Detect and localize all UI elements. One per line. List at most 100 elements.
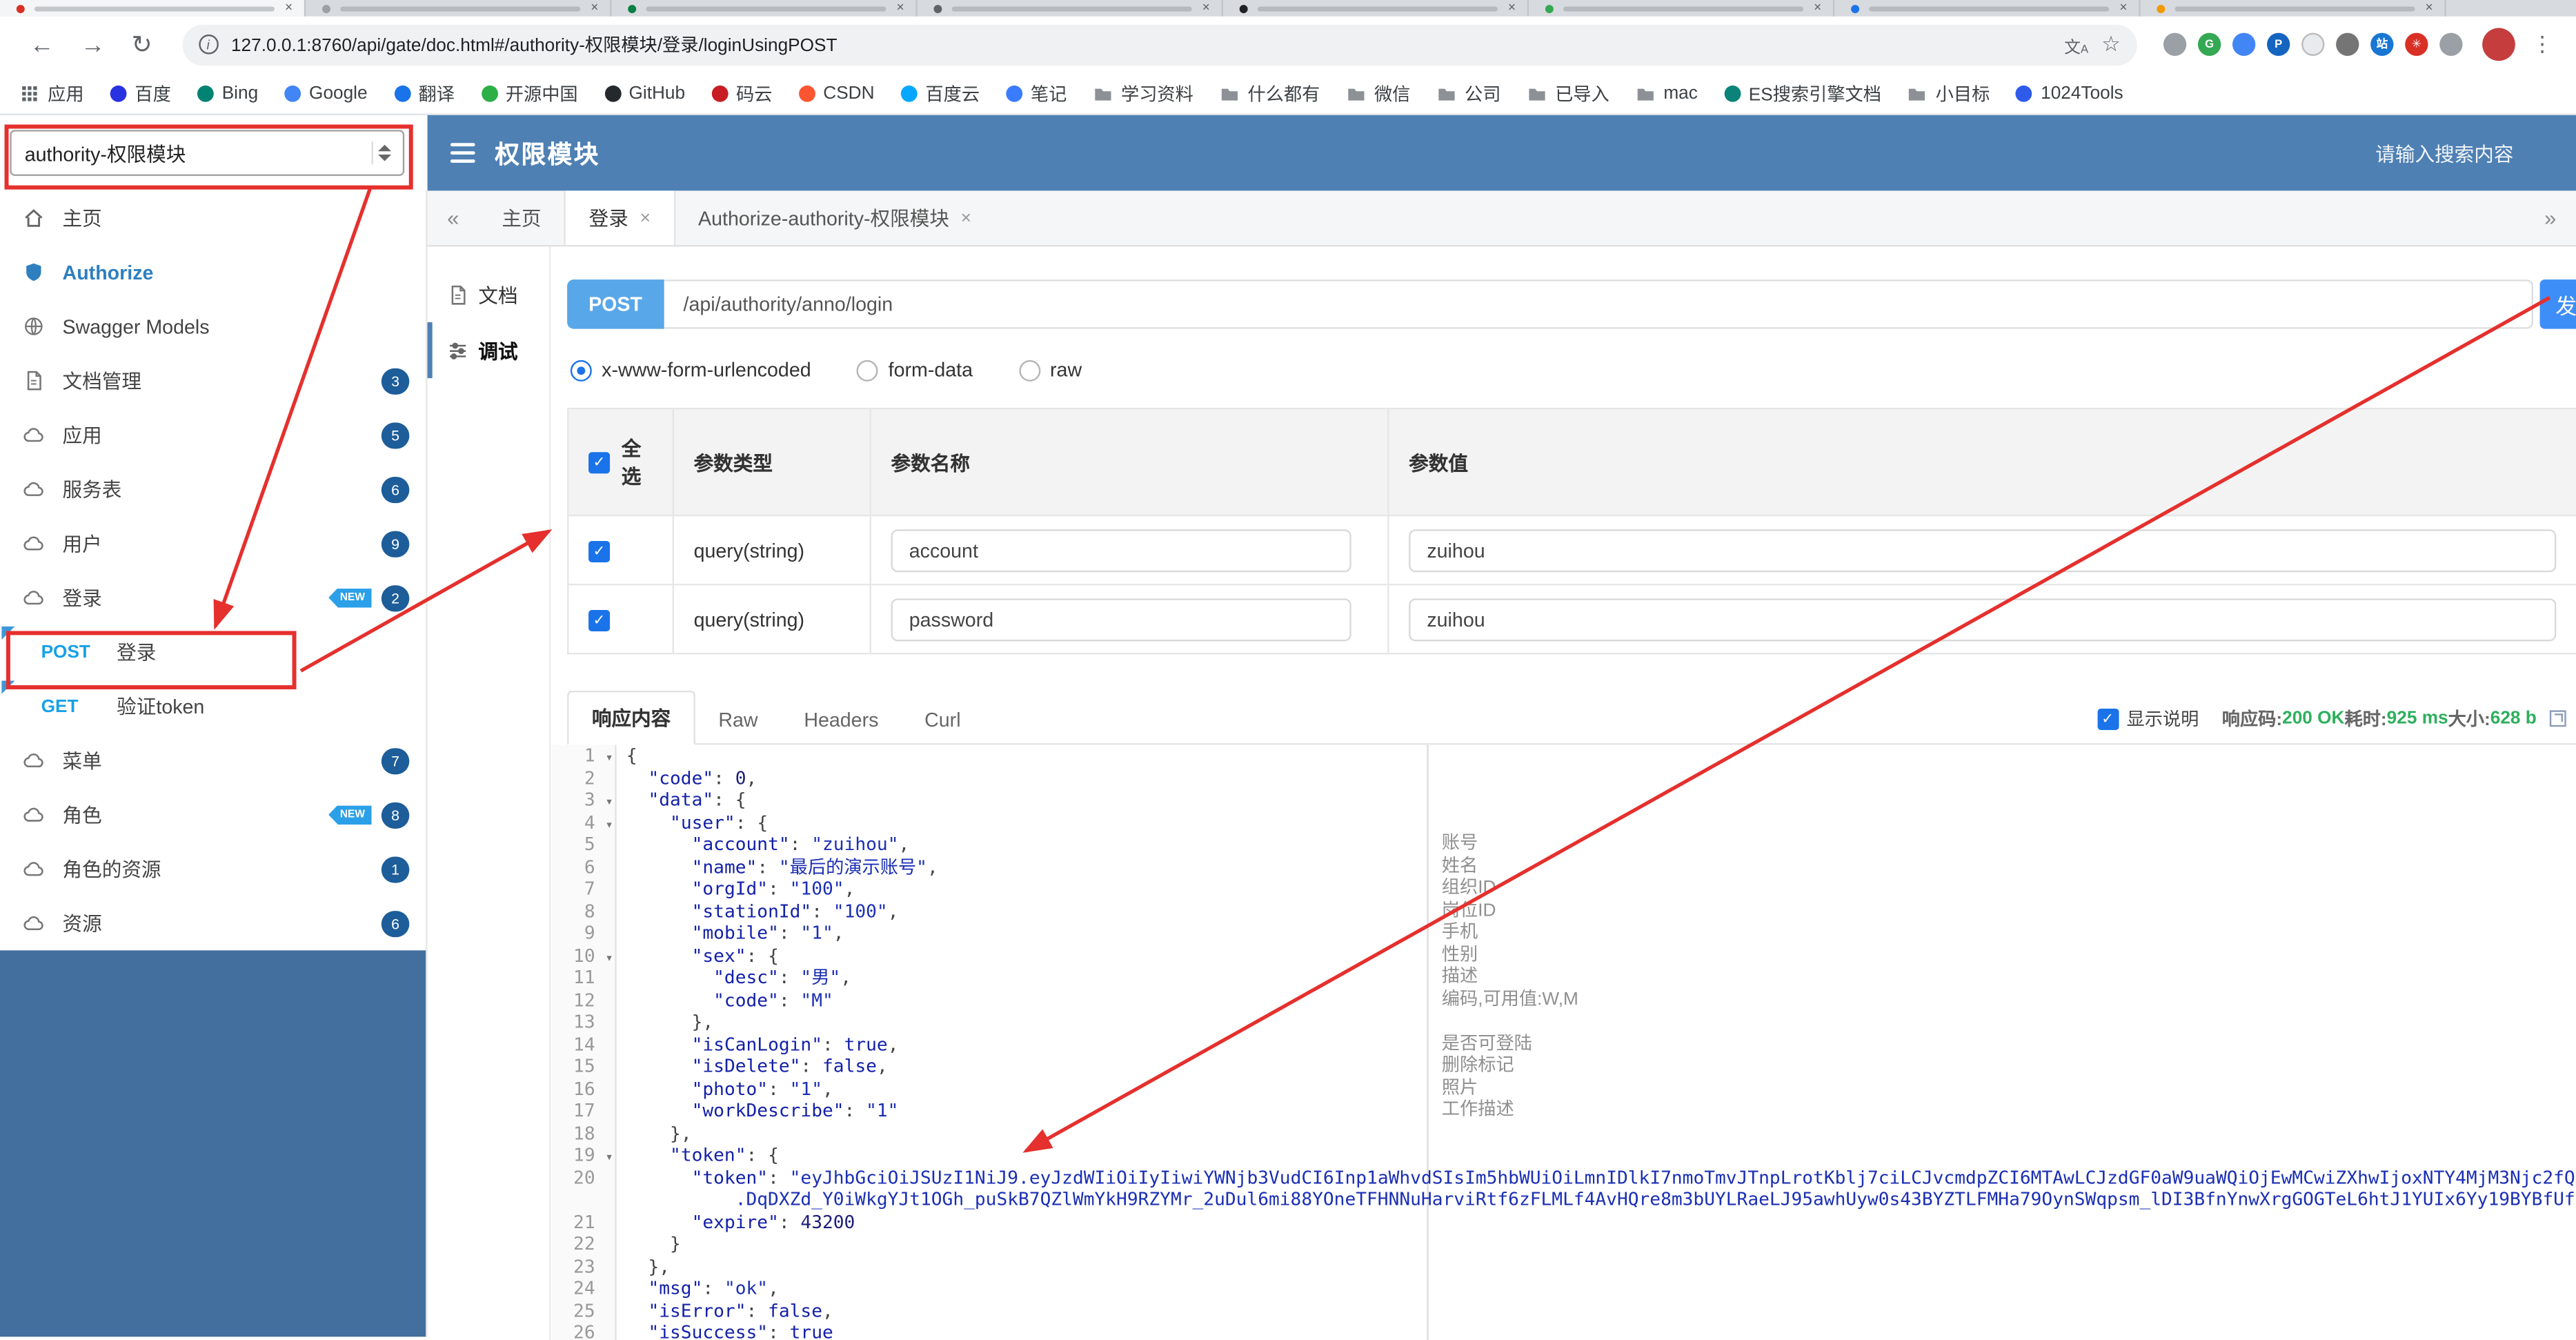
browser-tab[interactable]: × [306, 0, 612, 17]
bookmark-item[interactable]: 什么都有 [1220, 80, 1320, 106]
content-type-option[interactable]: x-www-form-urlencoded [570, 358, 811, 382]
bookmark-item[interactable]: 已导入 [1527, 80, 1609, 106]
tab-close-icon[interactable]: × [1202, 1, 1210, 14]
param-value-input[interactable]: zuihou [1409, 529, 2557, 572]
doc-tab[interactable]: 主页 [479, 190, 564, 245]
browser-tab[interactable]: × [0, 0, 306, 17]
response-tab[interactable]: Raw [695, 697, 781, 743]
sidebar-item[interactable]: Swagger Models [0, 299, 426, 354]
param-name-input[interactable]: account [891, 529, 1351, 572]
line-number[interactable]: 3 [551, 789, 616, 812]
extension-icon[interactable] [2232, 32, 2256, 57]
sidebar-item[interactable]: 角色 NEW 8 [0, 787, 426, 842]
bookmark-item[interactable]: GitHub [604, 83, 685, 103]
browser-tab[interactable]: × [1223, 0, 1529, 17]
response-tab[interactable]: Headers [781, 697, 902, 743]
back-button[interactable]: ← [30, 32, 55, 57]
extension-icon[interactable]: G [2197, 32, 2221, 57]
address-bar[interactable]: i 127.0.0.1:8760/api/gate/doc.html#/auth… [181, 23, 2137, 66]
param-value-input[interactable]: zuihou [1409, 598, 2557, 641]
browser-tab[interactable]: × [1834, 0, 2141, 17]
api-group-select[interactable]: authority-权限模块 [10, 130, 405, 176]
line-number[interactable]: 19 [551, 1144, 616, 1167]
bookmark-item[interactable]: 开源中国 [481, 80, 578, 106]
extension-icon[interactable] [2336, 32, 2359, 57]
doc-tab[interactable]: Authorize-authority-权限模块 × [675, 190, 995, 245]
tab-close-icon[interactable]: × [1508, 1, 1516, 14]
bookmark-item[interactable]: 应用 [20, 80, 84, 106]
radio[interactable] [1018, 359, 1040, 381]
line-number[interactable]: 1 [551, 745, 616, 767]
radio[interactable] [570, 359, 592, 381]
reload-button[interactable]: ↻ [132, 32, 152, 57]
send-button[interactable]: 发 [2539, 279, 2576, 329]
side-tab-调试[interactable]: 调试 [427, 322, 549, 379]
browser-tab[interactable]: × [918, 0, 1223, 17]
content-type-option[interactable]: raw [1018, 358, 1082, 382]
sidebar-item[interactable]: 服务表 6 [0, 462, 426, 517]
bookmark-item[interactable]: 小目标 [1908, 80, 1990, 106]
bookmark-item[interactable]: 百度 [110, 80, 171, 106]
bookmark-item[interactable]: 微信 [1346, 80, 1410, 106]
extension-icon[interactable]: ✳ [2405, 32, 2428, 57]
browser-menu-icon[interactable]: ⋮ [2532, 31, 2553, 57]
bookmark-item[interactable]: 笔记 [1006, 80, 1067, 106]
side-tab-文档[interactable]: 文档 [428, 266, 549, 322]
sidebar-item[interactable]: 登录 NEW 2 [0, 571, 426, 625]
sidebar-endpoint-post[interactable]: POST 登录 [0, 625, 426, 680]
bookmark-item[interactable]: 1024Tools [2016, 83, 2123, 103]
param-name-input[interactable]: password [891, 598, 1351, 641]
browser-tab[interactable]: × [2141, 0, 2446, 17]
hamburger-icon[interactable] [450, 143, 475, 163]
bookmark-item[interactable]: 公司 [1437, 80, 1500, 106]
translate-icon[interactable]: 文A [2064, 32, 2088, 57]
bookmark-star-icon[interactable]: ☆ [2101, 31, 2121, 57]
close-tab-icon[interactable]: × [640, 208, 651, 228]
sidebar-item[interactable]: 角色的资源 1 [0, 842, 426, 896]
checkbox[interactable]: ✓ [588, 540, 611, 562]
extension-icon[interactable] [2301, 32, 2325, 57]
tab-close-icon[interactable]: × [896, 1, 904, 14]
bookmark-item[interactable]: Bing [197, 83, 258, 103]
header-search-placeholder[interactable]: 请输入搜索内容 [2375, 139, 2513, 167]
extension-icon[interactable] [2439, 32, 2463, 57]
bookmark-item[interactable]: Google [284, 83, 368, 103]
collapse-tabs-icon[interactable]: « [428, 190, 479, 245]
sidebar-item[interactable]: 资源 6 [0, 896, 426, 951]
content-type-option[interactable]: form-data [857, 358, 973, 382]
doc-tab[interactable]: 登录 × [564, 190, 675, 246]
extension-icon[interactable] [2163, 32, 2187, 57]
sidebar-item[interactable]: Authorize [0, 245, 426, 299]
sidebar-item[interactable]: 主页 [0, 190, 426, 245]
forward-button[interactable]: → [81, 32, 106, 57]
tab-close-icon[interactable]: × [591, 1, 598, 14]
sidebar-item[interactable]: 用户 9 [0, 516, 426, 571]
checkbox[interactable]: ✓ [588, 610, 611, 632]
sidebar-item[interactable]: 菜单 7 [0, 733, 426, 788]
line-number[interactable]: 4 [551, 811, 616, 834]
tab-close-icon[interactable]: × [2426, 1, 2433, 14]
bookmark-item[interactable]: ES搜索引擎文档 [1723, 80, 1881, 106]
tab-close-icon[interactable]: × [2119, 1, 2127, 14]
response-tab[interactable]: 响应内容 [567, 690, 696, 745]
browser-tab[interactable]: × [611, 0, 918, 17]
sidebar-endpoint-get[interactable]: GET 验证token [0, 679, 426, 733]
bookmark-item[interactable]: mac [1636, 83, 1698, 103]
line-number[interactable]: 10 [551, 945, 616, 967]
close-tab-icon[interactable]: × [961, 208, 971, 228]
sidebar-item[interactable]: 文档管理 3 [0, 353, 426, 408]
radio[interactable] [857, 359, 879, 381]
bookmark-item[interactable]: 码云 [711, 80, 772, 106]
bookmark-item[interactable]: CSDN [798, 83, 875, 103]
checkbox[interactable]: ✓ [2097, 707, 2119, 729]
tab-close-icon[interactable]: × [285, 1, 293, 14]
bookmark-item[interactable]: 学习资料 [1093, 80, 1193, 106]
extension-icon[interactable]: P [2267, 32, 2290, 57]
browser-tab[interactable]: × [1529, 0, 1835, 17]
extension-icon[interactable]: 站 [2370, 32, 2394, 57]
tab-close-icon[interactable]: × [1814, 1, 1821, 14]
checkbox[interactable]: ✓ [588, 451, 611, 473]
expand-tabs-icon[interactable]: » [2525, 190, 2576, 245]
bookmark-item[interactable]: 翻译 [393, 80, 455, 106]
bookmark-item[interactable]: 百度云 [900, 80, 980, 106]
